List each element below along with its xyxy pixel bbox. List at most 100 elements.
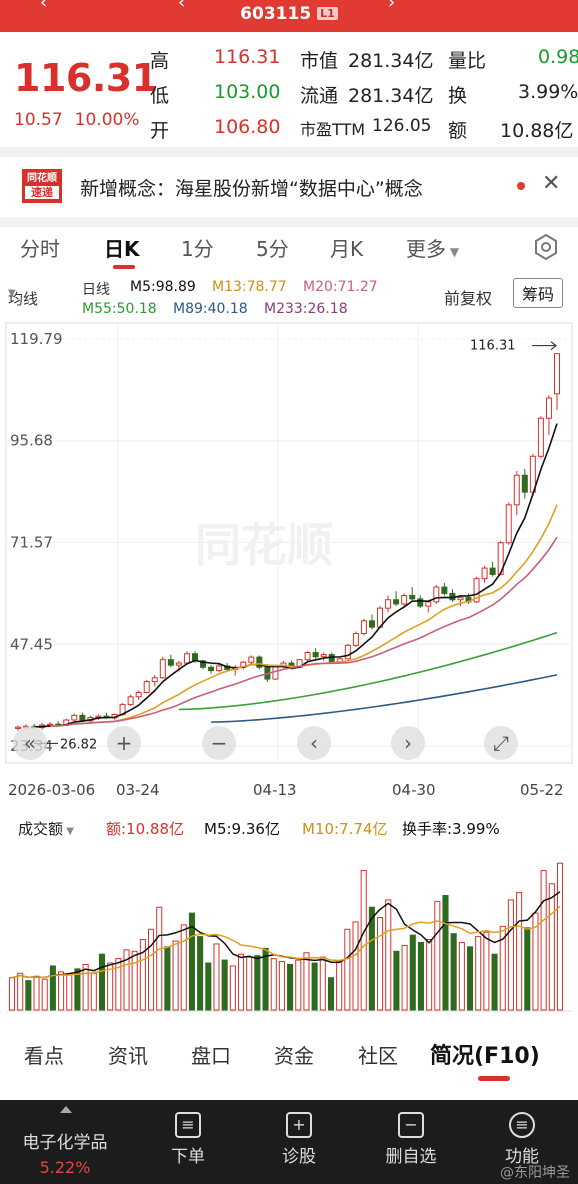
volume-bar xyxy=(491,953,498,1011)
period-tabs: 分时 日K 1分 5分 月K 更多 ▼ xyxy=(0,225,578,273)
volume-bar xyxy=(164,946,171,1011)
volume-bar xyxy=(352,921,359,1011)
candle-body xyxy=(489,567,496,575)
y-tick-label: 47.45 xyxy=(10,635,53,653)
zoom-in-icon-glyph: + xyxy=(116,731,133,755)
ma233-value: M233:26.18 xyxy=(264,301,348,317)
candle-body xyxy=(409,595,416,600)
volume-bar xyxy=(393,950,400,1011)
candle-body xyxy=(143,681,150,694)
volume-bar xyxy=(466,946,474,1011)
candle-body xyxy=(159,659,166,679)
ma5-line xyxy=(34,423,558,728)
candle-body xyxy=(545,397,552,419)
tab-monthly-k[interactable]: 月K xyxy=(330,233,363,262)
ma13-value: M13:78.77 xyxy=(212,279,287,295)
volume-bar xyxy=(205,962,212,1011)
candle-body xyxy=(401,595,408,605)
ma20-value: M20:71.27 xyxy=(303,279,378,295)
diagnose-kit-icon: + xyxy=(286,1112,312,1138)
volume-bar xyxy=(450,933,457,1011)
close-icon[interactable]: ✕ xyxy=(542,171,560,196)
candle-body xyxy=(385,599,392,609)
candle-body xyxy=(183,653,190,664)
volume-bar xyxy=(278,961,285,1011)
diagnose-button[interactable]: + 诊股 xyxy=(254,1112,344,1167)
info-tabs: 看点 资讯 盘口 资金 社区 简况(F10) xyxy=(0,1028,578,1084)
active-tab-indicator xyxy=(478,1076,510,1081)
tab-more[interactable]: 更多 ▼ xyxy=(406,233,459,262)
date-label: 05-22 xyxy=(520,781,564,799)
candle-body xyxy=(521,474,528,493)
candle-body xyxy=(425,601,432,607)
volume-bar xyxy=(180,924,187,1011)
top-bar: ‹ ‹ › 603115 L1 xyxy=(0,0,578,32)
volume-bar xyxy=(458,941,465,1011)
fullscreen-icon-glyph: ⤢ xyxy=(493,731,509,755)
chips-button[interactable]: 筹码 xyxy=(513,278,564,308)
candle-body xyxy=(417,598,424,607)
volume-bar xyxy=(131,950,138,1011)
menu-circle-icon: ≡ xyxy=(509,1112,535,1138)
volume-bar xyxy=(262,947,269,1011)
date-label: 2026-03-06 xyxy=(8,781,95,799)
volume-bar xyxy=(417,941,424,1011)
function-button[interactable]: ≡ 功能 xyxy=(477,1112,567,1167)
news-banner[interactable]: 同花顺 速递 新增概念：海星股份新增“数据中心”概念 ✕ xyxy=(0,157,578,217)
volume-bar xyxy=(295,959,302,1011)
volume-header: 成交额 ▼ 额:10.88亿 M5:9.36亿 M10:7.74亿 换手率:3.… xyxy=(0,818,578,840)
volume-bar xyxy=(98,953,106,1011)
remove-watchlist-button[interactable]: − 删自选 xyxy=(366,1112,456,1167)
candle-body xyxy=(360,620,367,635)
volume-bar xyxy=(270,958,277,1011)
settings-gear-icon[interactable] xyxy=(532,233,560,261)
volume-bar xyxy=(197,936,204,1011)
volume-chart xyxy=(6,862,572,1012)
candle-body xyxy=(505,504,512,544)
volume-bar xyxy=(8,977,16,1011)
ma89-line xyxy=(211,674,558,723)
volume-bar xyxy=(524,927,531,1011)
candle-body xyxy=(328,654,335,663)
tab-capital[interactable]: 资金 xyxy=(274,1040,314,1069)
tab-community[interactable]: 社区 xyxy=(358,1040,398,1069)
volume-amount: 额:10.88亿 xyxy=(106,820,184,838)
pan-right-icon-glyph: › xyxy=(404,731,412,755)
volume-indicator-select[interactable]: 成交额 ▼ xyxy=(18,818,74,839)
change-value: 10.57 xyxy=(14,110,63,130)
tab-1min[interactable]: 1分 xyxy=(181,233,214,262)
tab-news[interactable]: 资讯 xyxy=(108,1040,148,1069)
sector-button[interactable]: 电子化学品 5.22% xyxy=(0,1100,130,1184)
volume-bar xyxy=(475,936,482,1011)
news-text[interactable]: 新增概念：海星股份新增“数据中心”概念 xyxy=(80,174,423,201)
tab-daily-k[interactable]: 日K xyxy=(104,233,140,262)
tab-orderbook[interactable]: 盘口 xyxy=(191,1040,231,1069)
change-pct: 10.00% xyxy=(74,110,140,130)
tab-5min[interactable]: 5分 xyxy=(256,233,289,262)
volume-bar xyxy=(213,943,220,1011)
order-button[interactable]: ≡ 下单 xyxy=(143,1112,233,1167)
candle-body xyxy=(457,597,464,601)
adjust-type-button[interactable]: 前复权 xyxy=(444,285,492,309)
tab-f10-profile[interactable]: 简况(F10) xyxy=(430,1038,540,1070)
volume-bar xyxy=(33,975,40,1011)
price-change: 10.57 10.00% xyxy=(14,110,140,130)
order-form-icon: ≡ xyxy=(175,1112,201,1138)
chart-watermark: 同花顺 xyxy=(195,518,333,572)
candle-body xyxy=(304,651,311,661)
volume-bar xyxy=(377,917,384,1011)
candle-body xyxy=(352,633,359,646)
expand-up-icon xyxy=(60,1106,72,1113)
candlestick-chart[interactable]: 同花顺119.7995.6871.5747.4523.34116.3126.82… xyxy=(0,321,578,801)
tab-highlights[interactable]: 看点 xyxy=(24,1040,64,1069)
ths-express-logo: 同花顺 速递 xyxy=(22,169,62,203)
volume-bar xyxy=(434,900,441,1011)
volume-bar xyxy=(17,972,24,1011)
date-label: 04-13 xyxy=(253,781,297,799)
candle-body xyxy=(248,656,255,663)
volume-bar xyxy=(82,963,89,1011)
candle-body xyxy=(216,665,223,672)
tab-timeshare[interactable]: 分时 xyxy=(20,233,60,262)
candle-body xyxy=(127,696,134,705)
volume-m10: M10:7.74亿 xyxy=(302,820,388,838)
